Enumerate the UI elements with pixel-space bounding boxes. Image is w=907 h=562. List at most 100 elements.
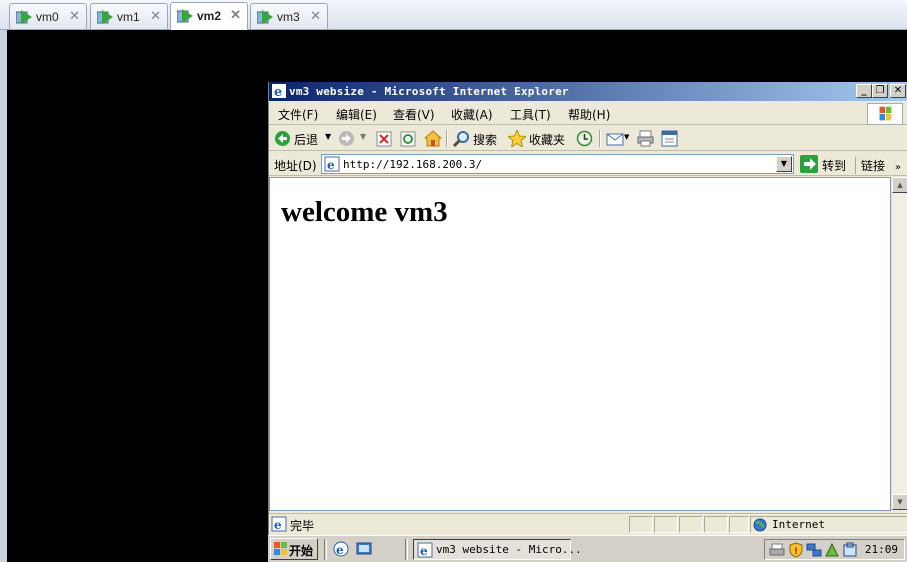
search-icon	[453, 131, 469, 147]
tab-vm3[interactable]: vm3 ✕	[250, 3, 328, 29]
menu-tools[interactable]: 工具(T)	[510, 106, 551, 123]
scroll-down-icon[interactable]: ▼	[892, 494, 907, 510]
tab-vm2[interactable]: vm2 ✕	[170, 2, 248, 30]
stop-icon[interactable]	[376, 131, 392, 147]
status-text: 完毕	[290, 519, 315, 533]
status-pane	[679, 516, 703, 533]
menu-bar: 文件(F) 编辑(E) 查看(V) 收藏(A) 工具(T) 帮助(H)	[269, 101, 907, 125]
menu-favorites[interactable]: 收藏(A)	[451, 106, 493, 123]
close-icon[interactable]: ✕	[230, 7, 241, 23]
zone-label: Internet	[772, 518, 825, 531]
desktop-icon[interactable]	[356, 541, 372, 557]
menu-edit[interactable]: 编辑(E)	[336, 106, 377, 123]
tab-label: vm3	[277, 10, 300, 24]
status-pane	[654, 516, 678, 533]
refresh-icon[interactable]	[400, 131, 416, 147]
toolbar-separator	[446, 130, 448, 147]
links-button[interactable]: 链接 »	[855, 157, 901, 174]
menu-help[interactable]: 帮助(H)	[568, 106, 610, 123]
chevron-down-icon[interactable]: ▼	[776, 156, 792, 172]
back-label: 后退	[294, 133, 319, 147]
svg-text:e: e	[336, 543, 344, 557]
printer-icon[interactable]	[769, 542, 785, 558]
close-icon[interactable]: ✕	[69, 8, 80, 24]
chevron-down-icon[interactable]: ▼	[624, 133, 629, 143]
tab-vm1[interactable]: vm1 ✕	[90, 3, 168, 29]
address-label: 地址(D)	[274, 159, 317, 173]
vm-tab-strip: vm0 ✕ vm1 ✕ vm2 ✕ vm3 ✕	[0, 0, 907, 30]
edit-page-icon[interactable]	[661, 130, 678, 147]
close-icon[interactable]: ✕	[150, 8, 161, 24]
star-icon	[508, 130, 526, 147]
forward-button[interactable]: ▼	[337, 129, 369, 148]
start-label: 开始	[289, 544, 314, 558]
close-icon[interactable]: ✕	[310, 8, 321, 24]
task-label: vm3 website - Micro...	[436, 543, 582, 556]
menu-file[interactable]: 文件(F)	[278, 106, 318, 123]
minimize-button[interactable]: _	[856, 84, 872, 98]
svg-text:e: e	[327, 158, 335, 172]
page-heading: welcome vm3	[281, 196, 448, 228]
ie-logo-icon[interactable]: e	[333, 541, 349, 557]
taskbar-window-button[interactable]: e vm3 website - Micro...	[413, 539, 582, 560]
svg-text:!: !	[794, 547, 798, 557]
status-bar: e 完毕 Internet	[269, 513, 907, 534]
go-arrow-icon	[800, 155, 818, 173]
menu-view[interactable]: 查看(V)	[393, 106, 435, 123]
search-label: 搜索	[473, 133, 498, 147]
restore-button[interactable]: ❐	[872, 84, 888, 98]
status-pane	[704, 516, 728, 533]
tab-vm0[interactable]: vm0 ✕	[9, 3, 87, 29]
vm-play-icon	[257, 10, 273, 24]
svg-text:e: e	[274, 85, 282, 98]
start-button[interactable]: 开始	[270, 538, 318, 560]
page-icon: e	[271, 516, 287, 532]
scroll-up-icon[interactable]: ▲	[892, 177, 907, 193]
security-zone[interactable]: Internet	[750, 516, 907, 533]
search-button[interactable]: 搜索	[452, 129, 502, 148]
ie-titlebar[interactable]: e vm3 websize - Microsoft Internet Explo…	[269, 82, 907, 101]
chevron-down-icon[interactable]: ▼	[325, 132, 331, 141]
tab-label: vm1	[117, 10, 140, 24]
shield-icon[interactable]: !	[788, 542, 804, 558]
vmware-client-window: vm0 ✕ vm1 ✕ vm2 ✕ vm3 ✕ e vm3 websize - …	[0, 0, 907, 562]
system-tray: ! 21:09	[764, 539, 905, 560]
home-icon[interactable]	[424, 130, 442, 147]
web-content[interactable]: welcome vm3	[269, 177, 891, 511]
security-center-icon[interactable]	[842, 542, 858, 558]
chevron-down-icon[interactable]: ▼	[360, 132, 366, 141]
page-icon: e	[417, 542, 433, 558]
globe-icon	[753, 518, 767, 532]
page-icon: e	[324, 156, 340, 172]
standard-toolbar: 后退 ▼ ▼ 搜索 收藏夹 ▼	[269, 126, 907, 151]
close-button[interactable]: ✕	[890, 84, 906, 98]
ie-logo-icon: e	[272, 84, 286, 98]
taskbar-separator	[405, 539, 408, 560]
back-button[interactable]: 后退 ▼	[273, 129, 333, 148]
links-label: 链接	[861, 159, 886, 173]
vm-play-icon	[97, 10, 113, 24]
svg-text:e: e	[420, 544, 428, 558]
windows-logo-icon	[274, 542, 287, 555]
status-pane	[729, 516, 749, 533]
go-label: 转到	[822, 159, 847, 173]
vm-play-icon	[177, 9, 193, 23]
forward-arrow-icon	[339, 131, 354, 146]
print-icon[interactable]	[637, 130, 654, 147]
ie-window: e vm3 websize - Microsoft Internet Explo…	[268, 82, 907, 562]
mail-icon[interactable]	[606, 131, 624, 147]
vm-play-icon	[16, 10, 32, 24]
address-input[interactable]: e http://192.168.200.3/ ▼	[321, 154, 794, 174]
window-frame	[0, 30, 7, 562]
clock: 21:09	[864, 543, 898, 556]
favorites-button[interactable]: 收藏夹	[508, 129, 572, 148]
svg-text:e: e	[274, 518, 282, 532]
address-url: http://192.168.200.3/	[343, 158, 483, 171]
network-icon[interactable]	[806, 542, 822, 558]
status-pane	[629, 516, 653, 533]
taskbar: 开始 e e vm3 website - Micro... ! 21:09	[268, 535, 907, 562]
vertical-scrollbar[interactable]: ▲ ▼	[891, 177, 907, 511]
toolbar-separator	[599, 130, 601, 147]
update-icon[interactable]	[824, 542, 840, 558]
history-icon[interactable]	[576, 130, 593, 147]
